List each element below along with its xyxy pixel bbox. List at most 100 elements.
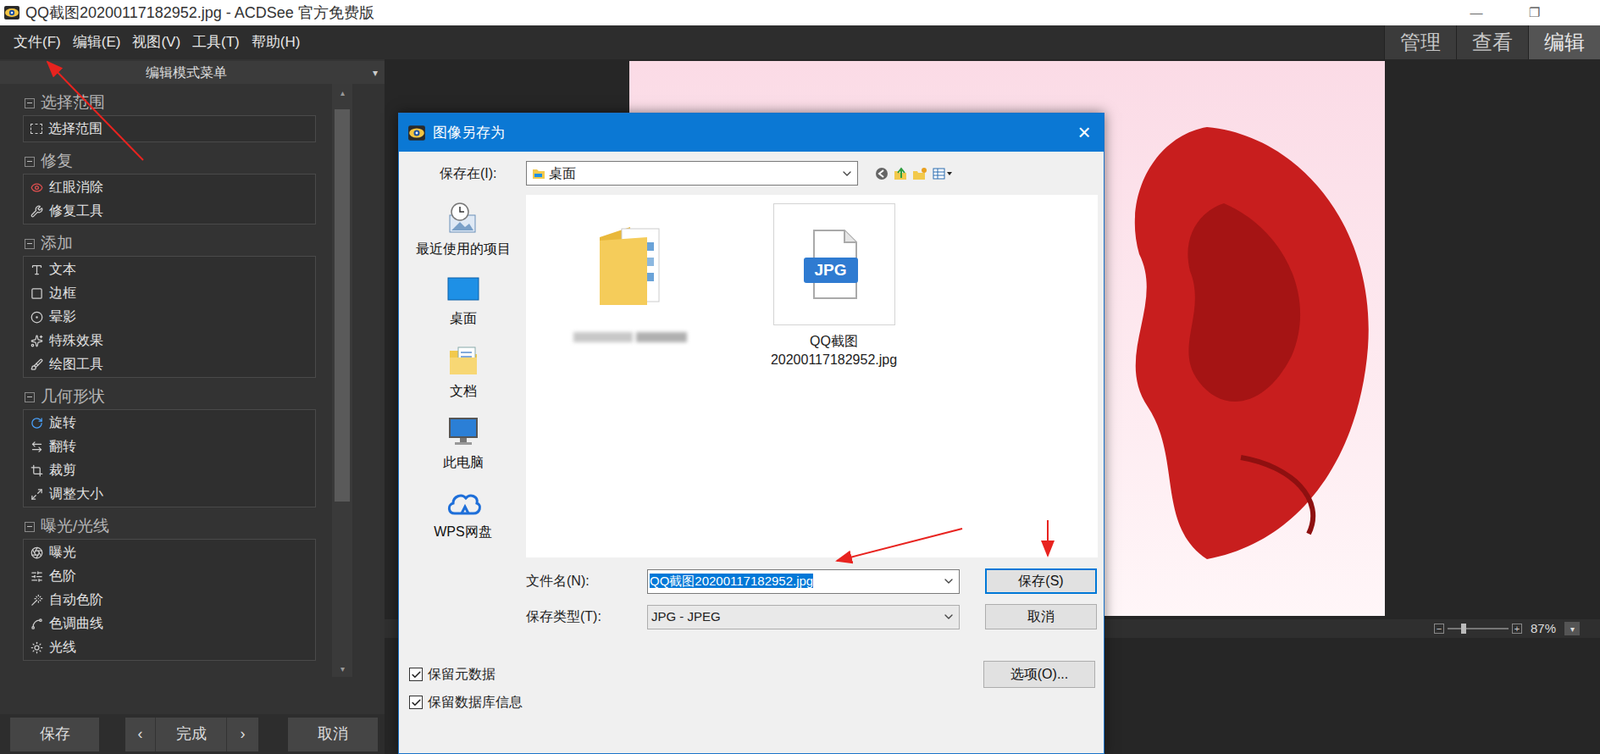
tool-icon (30, 416, 44, 430)
next-button[interactable]: › (226, 717, 259, 752)
view-menu-icon[interactable] (932, 166, 953, 181)
sidebar-item[interactable]: 修复工具 (23, 199, 316, 223)
save-as-dialog: 图像另存为×保存在(I):桌面最近使用的项目桌面文档此电脑WPS网盘JPGQQ截… (398, 112, 1105, 754)
check-icon (410, 669, 422, 681)
collapse-icon[interactable] (24, 156, 35, 167)
menu-item[interactable]: 编辑(E) (69, 31, 125, 54)
dropdown-icon[interactable]: ▾ (372, 65, 385, 81)
window-title: QQ截图20200117182952.jpg - ACDSee 官方免费版 (25, 1, 375, 25)
menu-item[interactable]: 文件(F) (10, 31, 65, 54)
tool-icon (30, 334, 44, 348)
section-header[interactable]: 曝光/光线 (22, 514, 316, 539)
cloud-icon (444, 487, 482, 519)
sidebar-item[interactable]: 裁剪 (23, 458, 316, 482)
menu-item[interactable]: 帮助(H) (248, 31, 305, 54)
options-area: 保留元数据保留数据库信息 选项(O)... (398, 660, 1104, 713)
menu-bar: 文件(F)编辑(E)视图(V)工具(T)帮助(H) 管理查看编辑 (0, 25, 1600, 60)
checkbox-row[interactable]: 保留数据库信息 (409, 692, 523, 713)
sidebar-item[interactable]: 翻转 (23, 434, 316, 459)
place-item[interactable]: 此电脑 (404, 408, 522, 480)
mode-tab[interactable]: 查看 (1456, 25, 1529, 60)
sidebar-item[interactable]: 调整大小 (23, 481, 316, 506)
save-dialog-button[interactable]: 保存(S) (985, 568, 1097, 594)
chevron-down-icon[interactable] (941, 574, 956, 588)
sidebar-item[interactable]: 光线 (23, 635, 316, 659)
back-icon[interactable] (874, 166, 889, 181)
sidebar-item[interactable]: 边框 (23, 281, 316, 305)
checkbox-row[interactable]: 保留元数据 (409, 664, 523, 685)
zoom-in-button[interactable]: + (1511, 623, 1523, 634)
sidebar-item[interactable]: 特殊效果 (23, 328, 316, 353)
up-folder-icon[interactable] (893, 166, 908, 181)
filename-input[interactable]: QQ截图20200117182952.jpg (647, 569, 960, 594)
annotation-arrows (0, 0, 1600, 754)
collapse-icon[interactable] (24, 392, 35, 403)
cancel-button[interactable]: 取消 (287, 717, 378, 752)
sidebar-item[interactable]: 自动色阶 (23, 587, 316, 612)
mode-tab[interactable]: 编辑 (1528, 25, 1600, 60)
scrollbar-thumb[interactable] (334, 109, 350, 502)
section-header[interactable]: 几何形状 (22, 384, 316, 410)
file-item[interactable]: JPG QQ截图20200117182952.jpg (764, 203, 904, 370)
tool-icon (30, 181, 44, 194)
sidebar-item[interactable]: 文本 (23, 257, 316, 282)
save-button[interactable]: 保存 (10, 717, 100, 752)
tool-icon (30, 358, 44, 371)
sidebar-item[interactable]: 选择范围 (23, 116, 316, 141)
section-items: 选择范围 (22, 115, 316, 143)
location-select[interactable]: 桌面 (525, 160, 859, 186)
sidebar-item[interactable]: 红眼消除 (23, 175, 316, 200)
bottom-bar: 保存 ‹完成› 取消 (0, 714, 385, 754)
prev-button[interactable]: ‹ (125, 717, 156, 752)
zoom-slider[interactable] (1447, 623, 1509, 634)
place-item[interactable]: 文档 (404, 337, 522, 409)
options-button[interactable]: 选项(O)... (983, 660, 1096, 688)
arrow-to-filename (836, 528, 963, 561)
selection-icon (30, 123, 43, 134)
zoom-dropdown[interactable]: ▾ (1564, 621, 1580, 636)
scrollbar[interactable]: ▴▾ (332, 83, 353, 677)
sidebar-item[interactable]: 曝光 (23, 540, 316, 565)
folder-icon (531, 167, 546, 180)
file-name: QQ截图20200117182952.jpg (770, 332, 897, 370)
collapse-icon[interactable] (24, 238, 35, 250)
sidebar-item[interactable]: 旋转 (23, 410, 316, 435)
section-header[interactable]: 修复 (22, 149, 316, 174)
cancel-dialog-button[interactable]: 取消 (985, 603, 1097, 630)
collapse-icon[interactable] (24, 521, 35, 532)
section-items: 曝光色阶自动色阶色调曲线光线 (22, 538, 316, 661)
chevron-down-icon (840, 166, 854, 181)
blurred-file-name (573, 332, 687, 343)
dialog-title-bar: 图像另存为× (398, 113, 1104, 152)
dialog-close-button[interactable]: × (1064, 113, 1104, 152)
title-bar: QQ截图20200117182952.jpg - ACDSee 官方免费版 —❐ (0, 0, 1600, 26)
collapse-icon[interactable] (24, 98, 35, 109)
file-type-badge: JPG (803, 257, 859, 283)
section-header[interactable]: 选择范围 (22, 90, 316, 116)
place-item[interactable]: WPS网盘 (404, 479, 522, 551)
file-item[interactable] (559, 203, 700, 343)
place-item[interactable]: 最近使用的项目 (404, 194, 522, 266)
window-control-button[interactable]: ❐ (1505, 0, 1563, 26)
mode-tab[interactable]: 管理 (1384, 25, 1457, 60)
places-bar: 最近使用的项目桌面文档此电脑WPS网盘 (398, 194, 526, 558)
tool-icon (30, 440, 44, 454)
window-control-button[interactable]: — (1447, 0, 1506, 26)
sidebar-header[interactable]: 编辑模式菜单▾ (0, 60, 385, 84)
new-folder-icon[interactable] (912, 166, 928, 181)
place-item[interactable]: 桌面 (404, 265, 522, 338)
zoom-out-button[interactable]: − (1433, 623, 1445, 634)
filetype-select[interactable]: JPG - JPEG (647, 604, 960, 630)
arrow-to-save (1046, 520, 1049, 556)
sidebar-item[interactable]: 色阶 (23, 564, 316, 588)
sidebar-item[interactable]: 晕影 (23, 304, 316, 329)
sidebar-item[interactable]: 绘图工具 (23, 352, 316, 377)
menu-item[interactable]: 工具(T) (188, 31, 244, 54)
section-header[interactable]: 添加 (22, 231, 316, 256)
tool-icon (30, 263, 44, 277)
menu-item[interactable]: 视图(V) (128, 31, 184, 54)
done-button[interactable]: 完成 (155, 717, 227, 752)
sidebar-item[interactable]: 色调曲线 (23, 611, 316, 636)
checkbox[interactable] (409, 695, 423, 709)
checkbox[interactable] (409, 667, 423, 681)
